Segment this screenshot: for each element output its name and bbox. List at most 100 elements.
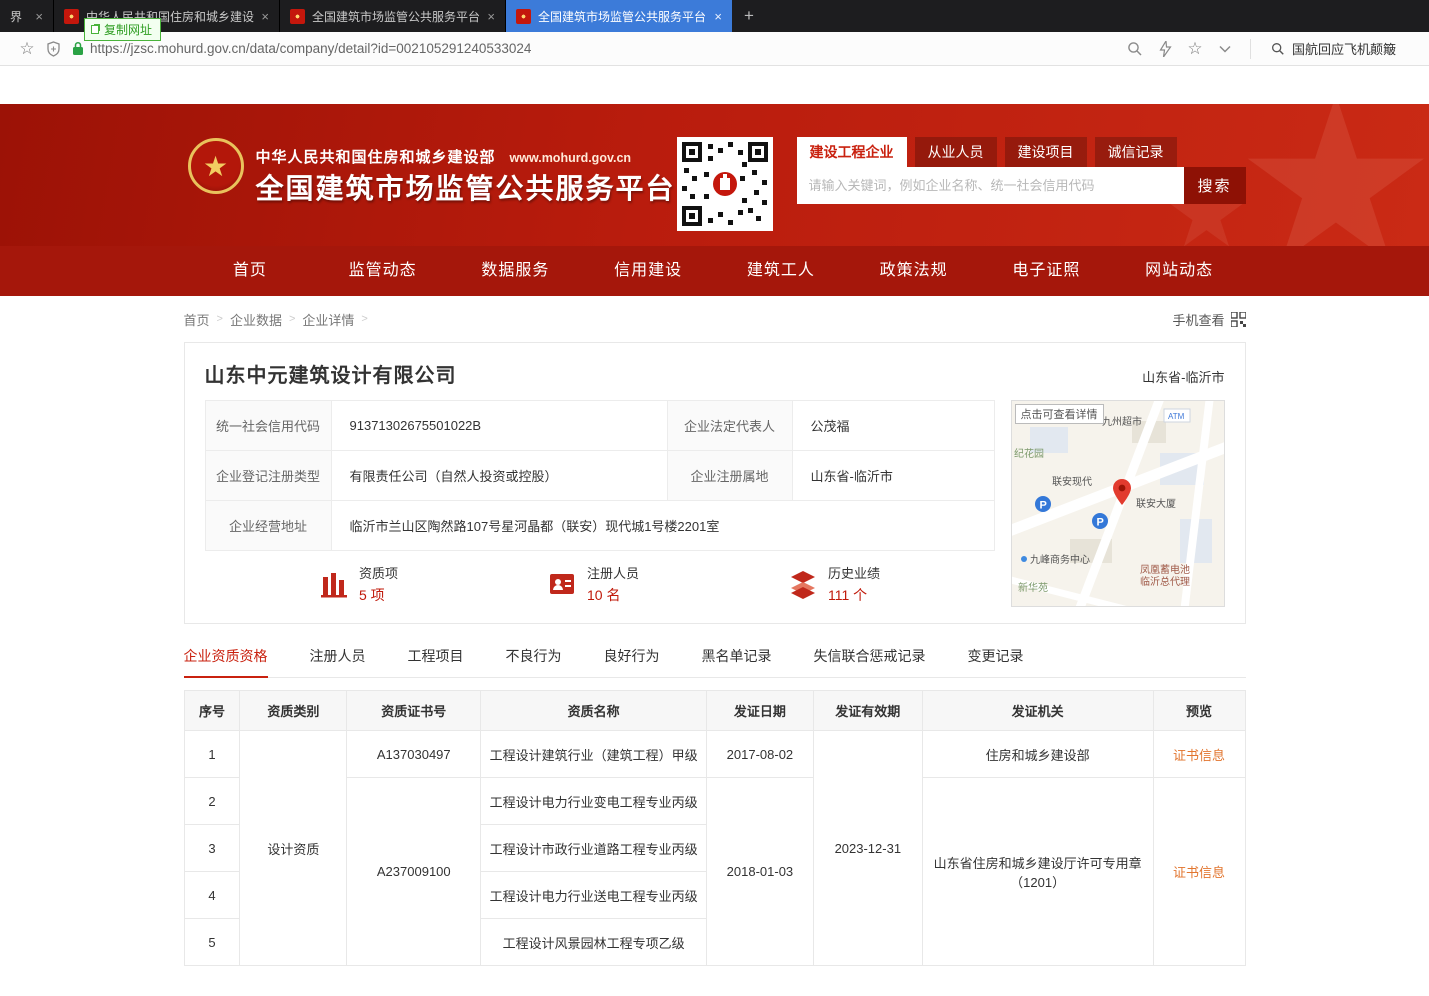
map-label-garden: 纪花园 [1014,447,1044,460]
bookmark-star-icon[interactable]: ☆ [14,36,40,62]
browser-tab-partial[interactable]: 界 × [0,0,54,32]
stat-label: 历史业绩 [828,563,880,582]
table-header-row: 序号 资质类别 资质证书号 资质名称 发证日期 发证有效期 发证机关 预览 [184,691,1245,731]
site-favicon [516,9,531,24]
col-cert-no: 资质证书号 [347,691,481,731]
tab-close-icon[interactable]: × [487,9,495,24]
nav-item-e-license[interactable]: 电子证照 [980,246,1113,296]
company-name: 山东中元建筑设计有限公司 [205,359,457,388]
hot-search-box[interactable]: 国航回应飞机颠簸 [1263,36,1415,62]
legal-rep-label: 企业法定代表人 [667,401,792,451]
copy-url-tooltip[interactable]: 复制网址 [84,18,161,41]
stat-qualifications[interactable]: 资质项 5 项 [319,563,398,605]
breadcrumb-company-data[interactable]: 企业数据 [230,310,282,329]
breadcrumb-company-detail[interactable]: 企业详情 [302,310,354,329]
nav-item-site-news[interactable]: 网站动态 [1113,246,1246,296]
cell-valid-until: 2023-12-31 [813,731,922,966]
nav-item-workers[interactable]: 建筑工人 [715,246,848,296]
map-label-xinhuayuan: 新华苑 [1018,581,1048,594]
toolbar-right-icons: ☆ 国航回应飞机颠簸 [1122,36,1415,62]
cell-cert-no: A137030497 [347,731,481,778]
search-tab-enterprise[interactable]: 建设工程企业 [797,137,907,167]
nav-item-policy[interactable]: 政策法规 [847,246,980,296]
ministry-website: www.mohurd.gov.cn [510,151,632,165]
tab-projects[interactable]: 工程项目 [408,646,464,677]
certificate-info-link[interactable]: 证书信息 [1173,865,1225,880]
map-label-atm: ATM [1168,412,1185,421]
search-tab-project[interactable]: 建设项目 [1005,137,1087,167]
parking-icon: P [1035,496,1051,512]
tab-change-records[interactable]: 变更记录 [968,646,1024,677]
stat-registered-personnel[interactable]: 注册人员 10 名 [547,563,639,605]
cell-no: 3 [184,825,240,872]
tab-close-icon[interactable]: × [714,9,722,24]
parking-icon: P [1092,513,1108,529]
site-favicon [290,9,305,24]
search-tab-credit[interactable]: 诚信记录 [1095,137,1177,167]
url-text: https://jzsc.mohurd.gov.cn/data/company/… [90,41,531,56]
keyword-search-input[interactable] [797,167,1184,204]
credit-code-value: 91371302675501022B [331,401,667,451]
mobile-qr-icon[interactable] [1231,312,1246,327]
site-favicon [64,9,79,24]
browser-tab-jzsc-1[interactable]: 全国建筑市场监管公共服务平台 × [280,0,506,32]
lock-icon [72,41,84,56]
tab-close-icon[interactable]: × [261,9,269,24]
reg-type-value: 有限责任公司（自然人投资或控股） [331,451,667,501]
tab-registered-personnel[interactable]: 注册人员 [310,646,366,677]
tab-bad-behavior[interactable]: 不良行为 [506,646,562,677]
stat-historical-performance[interactable]: 历史业绩 111 个 [788,563,880,605]
zoom-icon[interactable] [1122,36,1148,62]
col-authority: 发证机关 [922,691,1153,731]
nav-item-data-service[interactable]: 数据服务 [449,246,582,296]
new-tab-button[interactable]: + [732,0,766,32]
platform-title: 全国建筑市场监管公共服务平台 [256,167,676,207]
tab-blacklist[interactable]: 黑名单记录 [702,646,772,677]
flash-icon[interactable] [1152,36,1178,62]
favorite-star-icon[interactable]: ☆ [1182,36,1208,62]
company-region: 山东省-临沂市 [1142,367,1224,386]
breadcrumb-separator: > [217,313,223,325]
company-location-map[interactable]: 点击可查看详情 ATM 九州超市 纪花园 [1011,400,1225,607]
main-nav: 首页 监管动态 数据服务 信用建设 建筑工人 政策法规 电子证照 网站动态 [0,246,1429,296]
chevron-down-icon[interactable] [1212,36,1238,62]
breadcrumb-home[interactable]: 首页 [184,310,210,329]
nav-item-supervision[interactable]: 监管动态 [316,246,449,296]
cell-name: 工程设计风景园林工程专项乙级 [481,919,707,966]
site-banner: ★ ★ ★ 中华人民共和国住房和城乡建设部 www.mohurd.gov.cn … [0,104,1429,246]
col-issue-date: 发证日期 [706,691,813,731]
credit-code-label: 统一社会信用代码 [205,401,331,451]
table-row: 1 设计资质 A137030497 工程设计建筑行业（建筑工程）甲级 2017-… [184,731,1245,778]
cell-no: 1 [184,731,240,778]
shield-icon[interactable] [40,36,66,62]
svg-text:P: P [1039,500,1046,512]
tab-good-behavior[interactable]: 良好行为 [604,646,660,677]
hot-search-text: 国航回应飞机颠簸 [1292,39,1396,58]
copy-url-label: 复制网址 [104,21,152,38]
address-label: 企业经营地址 [205,501,331,551]
search-tab-personnel[interactable]: 从业人员 [915,137,997,167]
qr-code [677,137,773,231]
search-button[interactable]: 搜索 [1184,167,1246,204]
mobile-view-label[interactable]: 手机查看 [1172,310,1224,329]
tab-close-icon[interactable]: × [35,9,43,24]
toolbar-separator [1250,39,1251,59]
browser-tabstrip: 界 × 中华人民共和国住房和城乡建设 × 全国建筑市场监管公共服务平台 × 全国… [0,0,1429,32]
reg-type-label: 企业登记注册类型 [205,451,331,501]
browser-tab-jzsc-active[interactable]: 全国建筑市场监管公共服务平台 × [506,0,732,32]
browser-toolbar: ☆ https://jzsc.mohurd.gov.cn/data/compan… [0,32,1429,66]
qualification-table: 序号 资质类别 资质证书号 资质名称 发证日期 发证有效期 发证机关 预览 1 … [184,690,1246,966]
nav-item-home[interactable]: 首页 [184,246,317,296]
tab-dishonesty-records[interactable]: 失信联合惩戒记录 [814,646,926,677]
col-preview: 预览 [1153,691,1245,731]
nav-item-credit[interactable]: 信用建设 [582,246,715,296]
map-label-business-center: 九峰商务中心 [1030,553,1090,566]
stat-label: 资质项 [359,563,398,582]
stat-value: 111 个 [828,585,880,605]
stat-value: 10 名 [587,585,639,605]
certificate-info-link[interactable]: 证书信息 [1173,748,1225,763]
address-bar[interactable]: https://jzsc.mohurd.gov.cn/data/company/… [72,41,1122,56]
tab-qualifications[interactable]: 企业资质资格 [184,646,268,677]
cell-name: 工程设计建筑行业（建筑工程）甲级 [481,731,707,778]
tab-title: 全国建筑市场监管公共服务平台 [312,8,480,25]
